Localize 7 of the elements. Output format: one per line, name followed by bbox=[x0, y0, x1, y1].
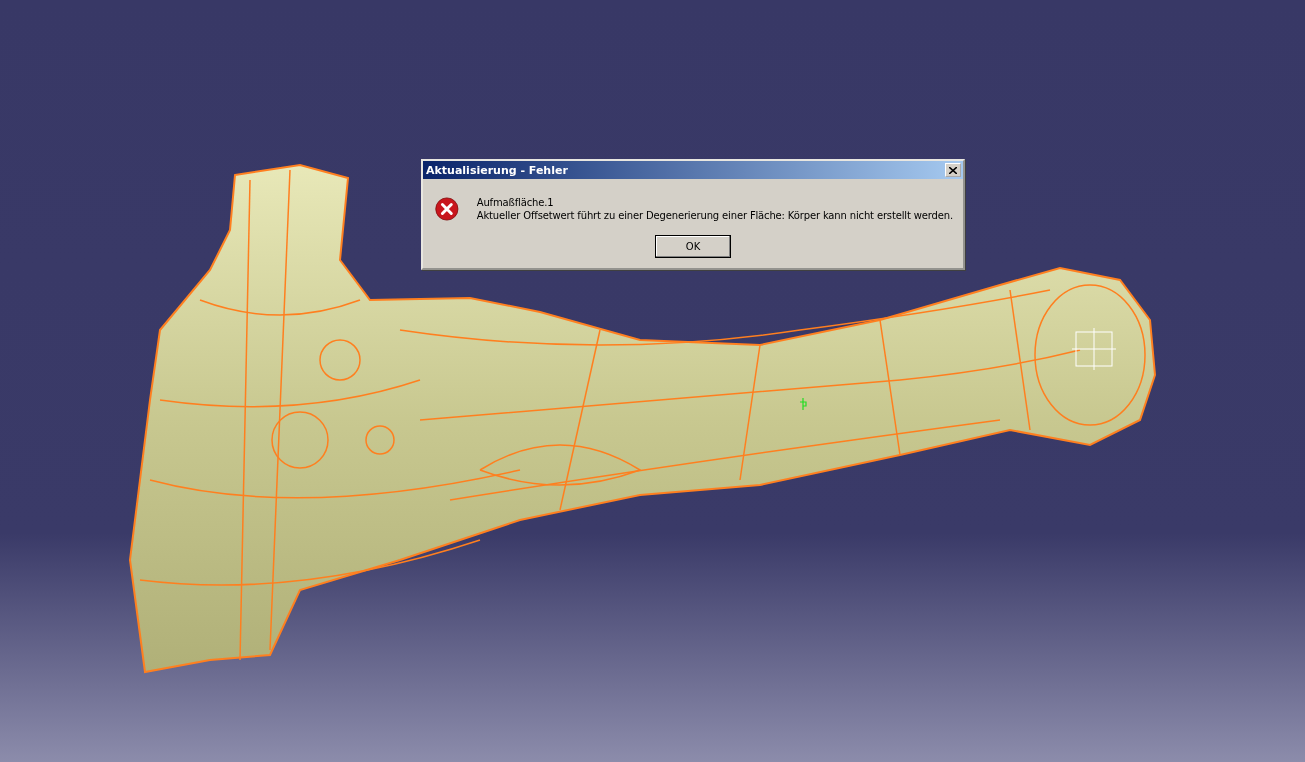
close-button[interactable] bbox=[945, 163, 961, 177]
close-icon bbox=[949, 166, 957, 174]
feature-name: Aufmaßfläche.1 bbox=[476, 196, 555, 209]
dialog-title: Aktualisierung - Fehler bbox=[426, 163, 568, 177]
ok-button[interactable]: OK bbox=[655, 235, 731, 258]
error-message: Aktueller Offsetwert führt zu einer Degenerierung einer Fläche: Körper kann nicht erstellt werden. bbox=[476, 209, 953, 222]
axis-marker-icon bbox=[799, 397, 807, 411]
